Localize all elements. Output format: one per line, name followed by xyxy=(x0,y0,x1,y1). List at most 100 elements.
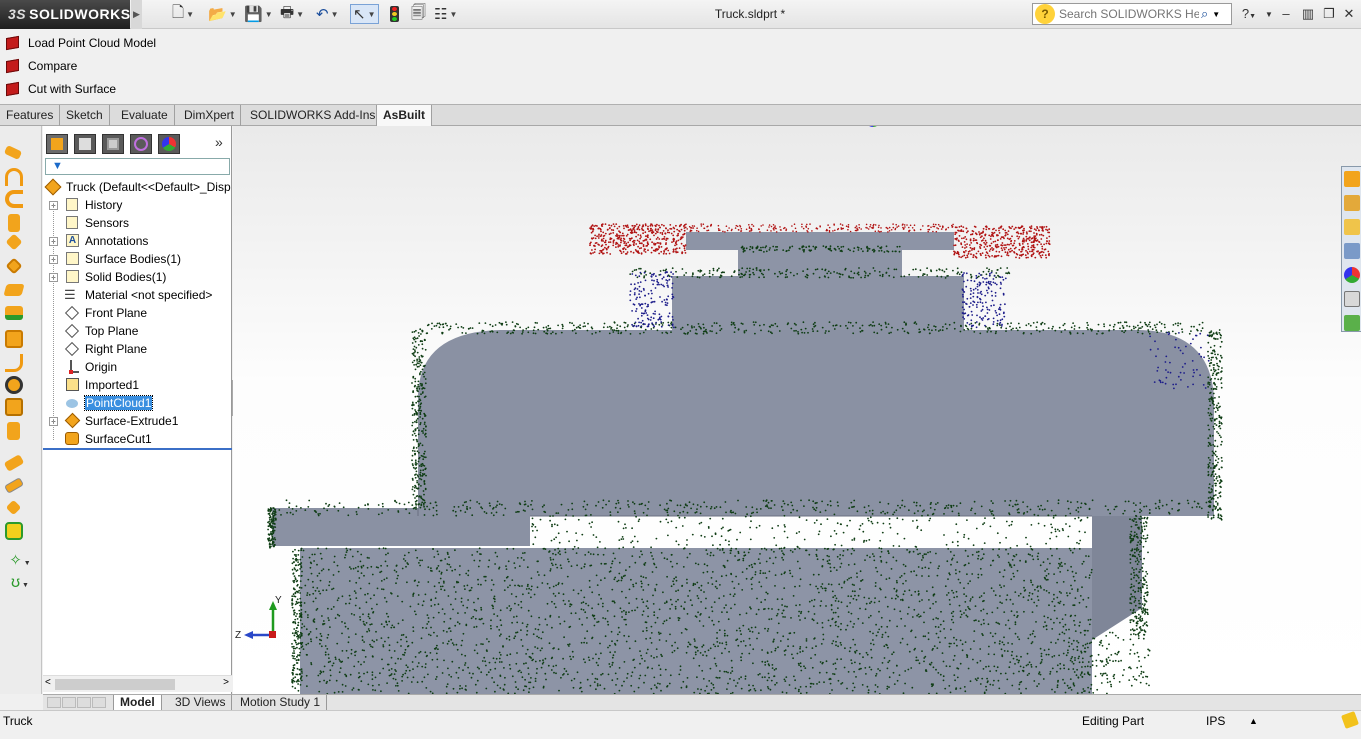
feature-tool-14-icon[interactable] xyxy=(3,454,25,472)
command-manager: Load Point Cloud Model Compare Cut with … xyxy=(0,29,1361,105)
tree-item-sensors[interactable]: Sensors xyxy=(43,214,232,232)
tree-root-truck[interactable]: Truck (Default<<Default>_Disp xyxy=(43,178,232,196)
tree-item-right-plane[interactable]: Right Plane xyxy=(43,340,232,358)
featuremanager-tab-icon[interactable] xyxy=(46,134,68,154)
feature-tool-15-icon[interactable] xyxy=(3,477,25,494)
design-library-icon[interactable] xyxy=(1344,219,1360,235)
file-explorer-icon[interactable] xyxy=(1344,243,1360,259)
compare-button[interactable]: Compare xyxy=(6,56,77,76)
save-button[interactable]: 💾 ▼ xyxy=(244,4,273,24)
home-icon[interactable] xyxy=(1344,171,1360,187)
point-cloud-icon xyxy=(64,395,80,411)
help-icon[interactable]: ?▼ xyxy=(1240,6,1258,21)
options-button[interactable]: ☷ ▼ xyxy=(434,4,457,24)
cut-with-surface-button[interactable]: Cut with Surface xyxy=(6,79,116,99)
new-document-button[interactable]: 🗋 ▼ xyxy=(172,4,194,24)
expand-panel-icon[interactable]: » xyxy=(215,134,223,150)
scroll-right-icon[interactable]: > xyxy=(223,677,229,688)
status-units[interactable]: IPS xyxy=(1206,714,1225,728)
feature-tool-4-icon[interactable] xyxy=(8,214,20,232)
configurationmanager-tab-icon[interactable] xyxy=(102,134,124,154)
tab-sketch[interactable]: Sketch xyxy=(60,105,110,126)
tree-item-surface-bodies[interactable]: + Surface Bodies(1) xyxy=(43,250,232,268)
tree-item-material[interactable]: ☰ Material <not specified> xyxy=(43,286,232,304)
tab-asbuilt[interactable]: AsBuilt xyxy=(376,105,432,127)
feature-tool-5-icon[interactable] xyxy=(5,233,23,251)
feature-tool-17-icon[interactable] xyxy=(5,522,23,540)
feature-tool-9-icon[interactable] xyxy=(5,330,23,348)
tree-filter-input[interactable]: ▼ xyxy=(45,158,230,175)
feature-tool-11-icon[interactable] xyxy=(5,376,23,394)
tree-item-top-plane[interactable]: Top Plane xyxy=(43,322,232,340)
tree-item-surface-extrude1[interactable]: + Surface-Extrude1 xyxy=(43,412,232,430)
propertymanager-tab-icon[interactable] xyxy=(74,134,96,154)
solidworks-logo[interactable]: 3S SOLIDWORKS xyxy=(0,0,130,29)
feature-tool-12-icon[interactable] xyxy=(5,398,23,416)
rebuild-button[interactable] xyxy=(390,4,399,24)
tree-item-annotations[interactable]: + A Annotations xyxy=(43,232,232,250)
history-icon xyxy=(64,197,80,213)
reference-triad: Y Z xyxy=(235,595,282,641)
resources-icon[interactable] xyxy=(1344,195,1360,211)
feature-tool-2-icon[interactable] xyxy=(5,168,23,186)
solidworks-forum-icon[interactable] xyxy=(1344,315,1360,331)
file-properties-button[interactable]: 🗐 xyxy=(411,4,426,24)
open-button[interactable]: 📂 ▼ xyxy=(208,4,237,24)
truck-model-view[interactable] xyxy=(233,126,1361,694)
units-menu-arrow-icon[interactable]: ▲ xyxy=(1249,716,1258,726)
tree-item-surfacecut1[interactable]: SurfaceCut1 xyxy=(43,430,232,448)
print-button[interactable]: 🖶 ▼ xyxy=(280,4,304,24)
search-icon[interactable]: ⌕ xyxy=(1201,6,1208,22)
restore-window-button[interactable]: ❐ xyxy=(1320,6,1338,22)
appearances-icon[interactable] xyxy=(1344,267,1360,283)
tab-3d-views[interactable]: 3D Views xyxy=(169,695,233,711)
feature-tool-3-icon[interactable] xyxy=(5,190,23,208)
minimize-window-button[interactable]: – xyxy=(1277,6,1295,21)
feature-tool-8-icon[interactable] xyxy=(5,306,23,320)
tree-item-origin[interactable]: Origin xyxy=(43,358,232,376)
load-point-cloud-button[interactable]: Load Point Cloud Model xyxy=(6,33,156,53)
tab-evaluate[interactable]: Evaluate xyxy=(115,105,175,126)
feature-tool-10-icon[interactable] xyxy=(5,354,23,372)
feature-tool-18-icon[interactable]: ✧ ▼ xyxy=(5,552,35,570)
tree-horizontal-scrollbar[interactable]: < > xyxy=(43,675,232,692)
scroll-left-icon[interactable]: < xyxy=(45,677,51,688)
tab-navigation[interactable] xyxy=(47,697,109,709)
rebuild-status-icon[interactable] xyxy=(1341,711,1359,729)
help-search-box[interactable]: ? ⌕ ▼ xyxy=(1032,3,1232,25)
scroll-thumb[interactable] xyxy=(55,679,175,690)
tab-addins[interactable]: SOLIDWORKS Add-Ins xyxy=(244,105,383,126)
feature-tool-7-icon[interactable] xyxy=(3,284,25,296)
chevron-down-icon[interactable]: ▼ xyxy=(1212,10,1220,19)
feature-tool-16-icon[interactable] xyxy=(5,499,22,516)
tab-dimxpert[interactable]: DimXpert xyxy=(178,105,242,126)
help-menu-arrow[interactable]: ▼ xyxy=(1260,10,1278,19)
close-window-button[interactable]: ✕ xyxy=(1340,6,1358,22)
feature-tool-6-icon[interactable] xyxy=(5,257,23,275)
tab-model[interactable]: Model xyxy=(113,695,162,711)
graphics-area[interactable]: ⌕ ⌕ ↸ ◫ ↗ ⧉ ▣ ☉ ✺ ▤ ◧ ◨ – ❐ ✕ xyxy=(233,126,1361,694)
help-question-icon: ? xyxy=(1035,4,1055,24)
tree-item-imported1[interactable]: Imported1 xyxy=(43,376,232,394)
select-button[interactable]: ↖ ▼ xyxy=(350,4,379,24)
menu-expand-arrow[interactable]: ▶ xyxy=(131,0,142,29)
feature-tool-13-icon[interactable] xyxy=(7,422,20,440)
imported-icon xyxy=(64,377,80,393)
tile-window-button[interactable]: ▥ xyxy=(1299,6,1317,22)
dimxpertmanager-tab-icon[interactable] xyxy=(130,134,152,154)
feature-tool-19-icon[interactable]: ʊ ▼ xyxy=(5,574,35,592)
custom-properties-icon[interactable] xyxy=(1344,291,1360,307)
tab-features[interactable]: Features xyxy=(0,105,61,126)
tree-item-pointcloud1[interactable]: PointCloud1 xyxy=(43,394,232,412)
undo-button[interactable]: ↶ ▼ xyxy=(316,4,339,24)
tree-item-front-plane[interactable]: Front Plane xyxy=(43,304,232,322)
surface-extrude-icon xyxy=(64,412,81,429)
tree-item-solid-bodies[interactable]: + Solid Bodies(1) xyxy=(43,268,232,286)
tree-item-history[interactable]: + History xyxy=(43,196,232,214)
part-icon xyxy=(44,178,62,196)
displaymanager-tab-icon[interactable] xyxy=(158,134,180,154)
tab-motion-study[interactable]: Motion Study 1 xyxy=(234,695,328,711)
search-input[interactable] xyxy=(1059,7,1199,21)
feature-tool-1-icon[interactable] xyxy=(3,145,23,160)
rollback-bar[interactable] xyxy=(43,448,232,450)
